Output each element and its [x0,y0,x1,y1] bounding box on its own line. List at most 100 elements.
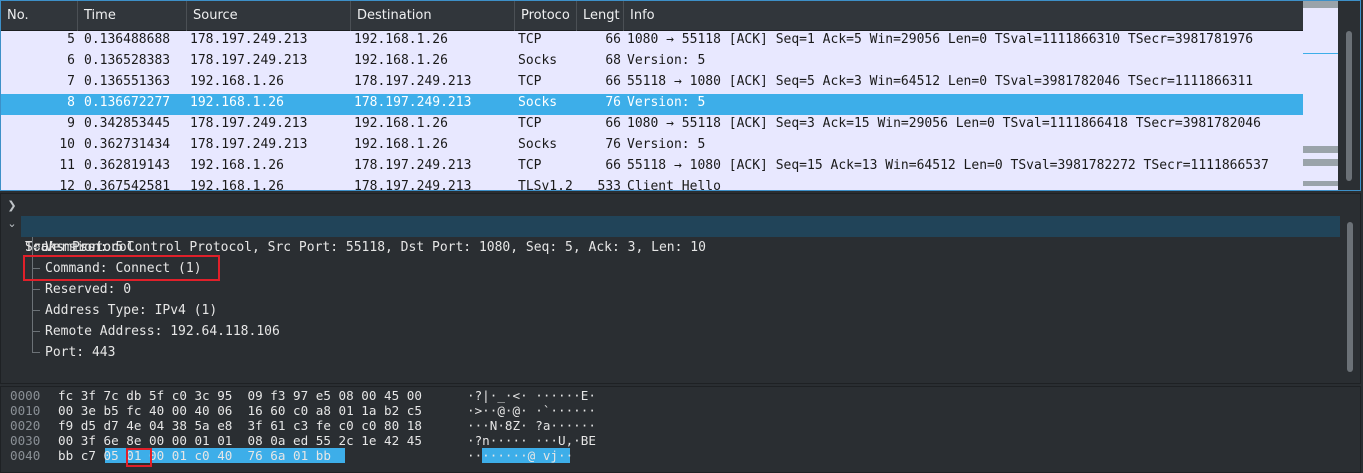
packet-cell-dst: 192.168.1.26 [354,137,448,152]
packet-cell-dst: 192.168.1.26 [354,53,448,68]
hex-offset: 0000 [10,388,41,403]
column-header-no[interactable]: No. [1,1,78,31]
packet-cell-len: 76 [605,95,621,110]
tree-field-remote-address[interactable]: Remote Address: 192.64.118.106 [45,321,280,342]
tree-connector [32,310,40,311]
packet-cell-len: 533 [597,179,621,191]
minimap-mark [1303,159,1338,166]
hex-offset: 0010 [10,403,41,418]
packet-cell-proto: TCP [518,74,542,89]
column-header-info[interactable]: Info [624,1,1304,31]
packet-cell-proto: TLSv1.2 [518,179,573,191]
tree-field-address-type[interactable]: Address Type: IPv4 (1) [45,300,217,321]
packet-cell-no: 6 [67,53,75,68]
packet-cell-src: 178.197.249.213 [190,32,308,47]
hex-ascii: ···N·8Z· ?a······ [467,418,596,433]
packet-cell-no: 5 [67,32,75,47]
packet-minimap[interactable] [1303,1,1338,190]
packet-cell-time: 0.136528383 [84,53,171,68]
packet-cell-proto: Socks [518,53,558,68]
hex-line[interactable]: 0020 f9 d5 d7 4e 04 38 5a e8 3f 61 c3 fe … [1,418,1341,433]
packet-cell-dst: 178.197.249.213 [354,179,472,191]
hex-ascii: ········@ vj·· [467,448,574,463]
tree-field-port[interactable]: Port: 443 [45,342,115,363]
tree-field-reserved[interactable]: Reserved: 0 [45,279,131,300]
packet-cell-proto: Socks [518,137,558,152]
hex-offset: 0020 [10,418,41,433]
packet-list-scroll-thumb[interactable] [1346,31,1352,181]
packet-row[interactable]: 11 0.362819143 192.168.1.26 178.197.249.213… [1,157,1304,178]
packet-row[interactable]: 12 0.367542581 192.168.1.26 178.197.249.213… [1,178,1304,191]
packet-list-scrollbar[interactable] [1339,1,1360,190]
column-header-length[interactable]: Lengt [577,1,624,31]
packet-cell-no: 7 [67,74,75,89]
packet-cell-proto: TCP [518,158,542,173]
packet-cell-dst: 192.168.1.26 [354,32,448,47]
tree-connector [32,289,40,290]
packet-cell-no: 12 [59,179,75,191]
hex-line[interactable]: 0000 fc 3f 7c db 5f c0 3c 95 09 f3 97 e5 … [1,388,1341,403]
packet-cell-src: 178.197.249.213 [190,137,308,152]
minimap-mark [1303,181,1338,186]
packet-row[interactable]: 5 0.136488688 178.197.249.213 192.168.1.26 T… [1,31,1304,52]
packet-cell-len: 66 [605,116,621,131]
packet-row[interactable]: 8 0.136672277 192.168.1.26 178.197.249.213 S… [1,94,1304,115]
packet-cell-info: Version: 5 [627,137,706,152]
packet-cell-time: 0.342853445 [84,116,171,131]
chevron-down-icon[interactable]: ⌄ [6,217,18,238]
tree-connector [32,247,40,248]
packet-list[interactable]: No. Time Source Destination Protoco Leng… [0,0,1361,191]
packet-cell-info: 1080 → 55118 [ACK] Seq=3 Ack=15 Win=2905… [627,116,1261,131]
packet-cell-no: 10 [59,137,75,152]
packet-cell-time: 0.136488688 [84,32,171,47]
hex-ascii: ·?n····· ···U,·BE [467,433,596,448]
packet-cell-no: 9 [67,116,75,131]
packet-cell-len: 66 [605,32,621,47]
minimap-mark [1303,1,1338,8]
packet-cell-info: 1080 → 55118 [ACK] Seq=1 Ack=5 Win=29056… [627,32,1254,47]
packet-cell-info: Version: 5 [627,53,706,68]
packet-cell-len: 66 [605,158,621,173]
packet-cell-proto: TCP [518,116,542,131]
tree-item-socks[interactable]: Socks Protocol [21,216,1340,255]
packet-cell-dst: 178.197.249.213 [354,158,472,173]
packet-cell-len: 76 [605,137,621,152]
column-header-source[interactable]: Source [187,1,351,31]
hex-line[interactable]: 0010 00 3e b5 fc 40 00 40 06 16 60 c0 a8 … [1,403,1341,418]
hex-offset: 0040 [10,448,41,463]
hex-bytes: 00 3e b5 fc 40 00 40 06 16 60 c0 a8 01 1… [58,403,422,418]
chevron-right-icon[interactable]: ❯ [6,195,18,216]
hex-bytes: fc 3f 7c db 5f c0 3c 95 09 f3 97 e5 08 0… [58,388,422,403]
packet-bytes-pane[interactable]: 0000 fc 3f 7c db 5f c0 3c 95 09 f3 97 e5 … [0,386,1361,473]
hex-line[interactable]: 0040 bb c7 05 01 00 01 c0 40 76 6a 01 bb ·… [1,448,1341,463]
packet-list-header: No. Time Source Destination Protoco Leng… [1,1,1304,31]
minimap-mark [1303,146,1338,153]
packet-cell-info: 55118 → 1080 [ACK] Seq=15 Ack=13 Win=645… [627,158,1269,173]
packet-row[interactable]: 7 0.136551363 192.168.1.26 178.197.249.213 T… [1,73,1304,94]
packet-cell-no: 8 [67,95,75,110]
packet-details-pane[interactable]: ❯ Transmission Control Protocol, Src Por… [0,193,1361,384]
column-header-destination[interactable]: Destination [351,1,515,31]
hex-line[interactable]: 0030 00 3f 6e 8e 00 00 01 01 08 0a ed 55 … [1,433,1341,448]
packet-cell-proto: TCP [518,32,542,47]
packet-cell-info: 55118 → 1080 [ACK] Seq=5 Ack=3 Win=64512… [627,74,1254,89]
packet-cell-dst: 192.168.1.26 [354,116,448,131]
packet-cell-src: 178.197.249.213 [190,116,308,131]
tree-item-tcp[interactable]: ❯ Transmission Control Protocol, Src Por… [1,195,1341,255]
packet-row[interactable]: 6 0.136528383 178.197.249.213 192.168.1.26 S… [1,52,1304,73]
packet-row[interactable]: 10 0.362731434 178.197.249.213 192.168.1.26… [1,136,1304,157]
hex-bytes: 00 3f 6e 8e 00 00 01 01 08 0a ed 55 2c 1… [58,433,422,448]
packet-cell-len: 66 [605,74,621,89]
packet-cell-time: 0.362819143 [84,158,171,173]
hex-bytes: bb c7 05 01 00 01 c0 40 76 6a 01 bb [58,448,331,463]
command-highlight-box [23,255,220,281]
column-header-time[interactable]: Time [78,1,187,31]
hex-ascii: ·?|·_·<· ······E· [467,388,596,403]
packet-cell-time: 0.136551363 [84,74,171,89]
packet-cell-src: 192.168.1.26 [190,95,284,110]
packet-row[interactable]: 9 0.342853445 178.197.249.213 192.168.1.26 T… [1,115,1304,136]
packet-cell-time: 0.136672277 [84,95,171,110]
column-header-protocol[interactable]: Protoco [515,1,577,31]
tree-connector [32,352,40,353]
details-scrollbar[interactable] [1347,222,1353,372]
